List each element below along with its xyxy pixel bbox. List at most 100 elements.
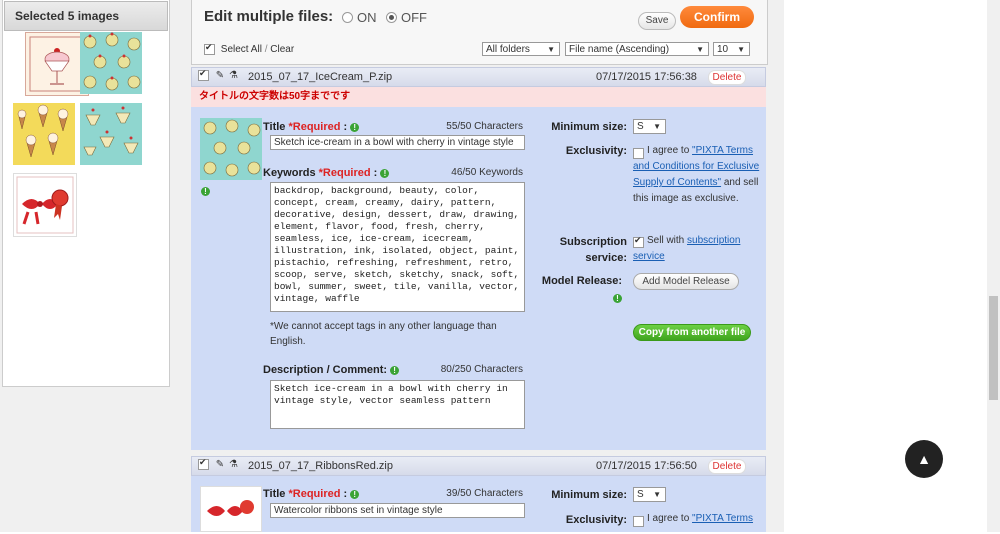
thumbnail-ribbons[interactable] <box>13 173 77 237</box>
page-scrollbar[interactable] <box>987 0 1000 532</box>
exclusivity-pre: I agree to <box>647 513 693 524</box>
exclusivity-text: I agree to "PIXTA Terms <box>633 511 761 527</box>
radio-on-label: ON <box>357 10 377 25</box>
description-textarea[interactable]: Sketch ice-cream in a bowl with cherry i… <box>270 380 525 429</box>
title-input[interactable]: Watercolor ribbons set in vintage style <box>270 503 525 518</box>
ribbons-image <box>207 500 254 516</box>
file-header: ✎ ⚗ 2015_07_17_IceCream_P.zip 07/17/2015… <box>191 67 766 87</box>
file-name: 2015_07_17_IceCream_P.zip <box>248 71 393 83</box>
description-label-text: Description / Comment: <box>263 364 388 376</box>
chevron-down-icon: ▼ <box>737 45 745 54</box>
required-mark: *Required <box>318 167 371 179</box>
file-header: ✎ ⚗ 2015_07_17_RibbonsRed.zip 07/17/2015… <box>191 456 766 476</box>
keywords-label-text: Keywords <box>263 167 316 179</box>
add-model-release-button[interactable]: Add Model Release <box>633 273 739 290</box>
file-edit-panel: ! Title *Required : ! 55/50 Characters S… <box>191 107 766 450</box>
file-edit-panel: Title *Required : ! 39/50 Characters Wat… <box>191 476 766 532</box>
language-note: *We cannot accept tags in any other lang… <box>270 321 497 347</box>
file-thumbnail <box>200 486 262 532</box>
thumbnail-icecream-pattern-teal[interactable] <box>80 32 142 94</box>
thumbnail-icecream-cones-yellow[interactable] <box>13 103 75 165</box>
subscription-text: Sell with subscription service <box>633 233 758 265</box>
minimum-size-select[interactable]: S ▼ <box>633 119 666 134</box>
sort-select[interactable]: File name (Ascending) ▼ <box>565 42 709 56</box>
sort-select-value: File name (Ascending) <box>569 44 670 55</box>
file-checkbox[interactable] <box>198 457 209 470</box>
sundae-image <box>29 36 85 92</box>
exclusivity-pre: I agree to <box>647 145 693 156</box>
left-panel: Selected 5 images <box>0 0 172 532</box>
minimum-size-select[interactable]: S ▼ <box>633 487 666 502</box>
minimum-size-value: S <box>637 121 644 132</box>
per-page-value: 10 <box>717 44 729 55</box>
info-icon[interactable]: ! <box>390 365 400 375</box>
confirm-button[interactable]: Confirm <box>680 6 754 28</box>
subscription-label: Subscription service: <box>559 236 627 264</box>
info-icon[interactable]: ! <box>350 489 360 499</box>
file-actions: ✎ ⚗ <box>198 457 238 470</box>
chevron-down-icon: ▼ <box>653 490 661 499</box>
file-date: 07/17/2015 17:56:38 <box>596 71 697 83</box>
arrow-up-icon: ▲ <box>917 451 931 467</box>
select-all-checkbox[interactable] <box>204 42 215 55</box>
terms-link[interactable]: "PIXTA Terms <box>692 513 753 524</box>
radio-off[interactable]: OFF <box>386 10 427 25</box>
subscription-pre: Sell with <box>647 235 688 246</box>
description-label: Description / Comment: ! <box>263 364 400 376</box>
icecream-pattern-image <box>83 32 141 91</box>
required-mark: *Required <box>288 121 341 133</box>
label-colon: : <box>373 167 378 179</box>
title-count: 39/50 Characters <box>446 488 523 499</box>
exclusivity-label: Exclusivity: <box>565 514 627 526</box>
scrollbar-thumb[interactable] <box>989 296 998 400</box>
info-icon[interactable]: ! <box>613 294 622 303</box>
keywords-textarea[interactable]: backdrop, background, beauty, color, con… <box>270 182 525 312</box>
clear-link[interactable]: Clear <box>270 44 294 55</box>
delete-button[interactable]: Delete <box>708 70 746 85</box>
delete-button[interactable]: Delete <box>708 459 746 474</box>
edit-icon[interactable]: ✎ <box>216 70 224 81</box>
description-count: 80/250 Characters <box>440 364 523 375</box>
model-release-label: Model Release: <box>541 275 622 287</box>
flask-icon[interactable]: ⚗ <box>229 459 238 470</box>
info-icon[interactable]: ! <box>201 187 210 196</box>
title-label: Title *Required : ! <box>263 121 360 133</box>
minimum-size-value: S <box>637 489 644 500</box>
exclusivity-label: Exclusivity: <box>565 145 627 157</box>
selected-images-header: Selected 5 images <box>4 1 168 31</box>
per-page-select[interactable]: 10 ▼ <box>713 42 750 56</box>
exclusivity-text: I agree to "PIXTA Terms and Conditions f… <box>633 143 761 207</box>
icecream-cones-image <box>17 104 69 158</box>
select-all-link[interactable]: Select All <box>221 44 262 55</box>
copy-from-another-file-button[interactable]: Copy from another file <box>633 324 751 341</box>
file-name: 2015_07_17_RibbonsRed.zip <box>248 460 393 472</box>
chevron-down-icon: ▼ <box>653 122 661 131</box>
error-message: タイトルの文字数は50字までです <box>191 87 766 107</box>
edit-multiple-label: Edit multiple files: <box>204 8 334 25</box>
radio-off-icon[interactable] <box>386 12 397 24</box>
chevron-down-icon: ▼ <box>547 45 555 54</box>
title-label: Title *Required : ! <box>263 488 360 500</box>
radio-on-icon[interactable] <box>342 12 353 24</box>
minimum-size-label: Minimum size: <box>551 121 627 133</box>
file-checkbox[interactable] <box>198 68 209 81</box>
thumbnail-sundae-pattern-teal[interactable] <box>80 103 142 165</box>
title-label-text: Title <box>263 488 286 500</box>
title-input[interactable]: Sketch ice-cream in a bowl with cherry i… <box>270 135 525 150</box>
info-icon[interactable]: ! <box>380 168 390 178</box>
chevron-down-icon: ▼ <box>696 45 704 54</box>
keywords-count: 46/50 Keywords <box>451 167 523 178</box>
selected-images-box: Selected 5 images <box>2 0 170 387</box>
folder-select[interactable]: All folders ▼ <box>482 42 560 56</box>
edit-icon[interactable]: ✎ <box>216 459 224 470</box>
info-icon[interactable]: ! <box>350 122 360 132</box>
radio-on[interactable]: ON <box>342 10 377 25</box>
folder-select-value: All folders <box>486 44 530 55</box>
edit-area: Edit multiple files: ON OFF Save Confirm… <box>191 0 768 532</box>
keywords-label: Keywords *Required : ! <box>263 167 390 179</box>
save-button[interactable]: Save <box>638 12 676 30</box>
back-to-top-button[interactable]: ▲ <box>905 440 943 478</box>
edit-toolbar: Edit multiple files: ON OFF Save Confirm… <box>191 0 768 65</box>
flask-icon[interactable]: ⚗ <box>229 70 238 81</box>
sundae-pattern-image <box>83 106 139 156</box>
